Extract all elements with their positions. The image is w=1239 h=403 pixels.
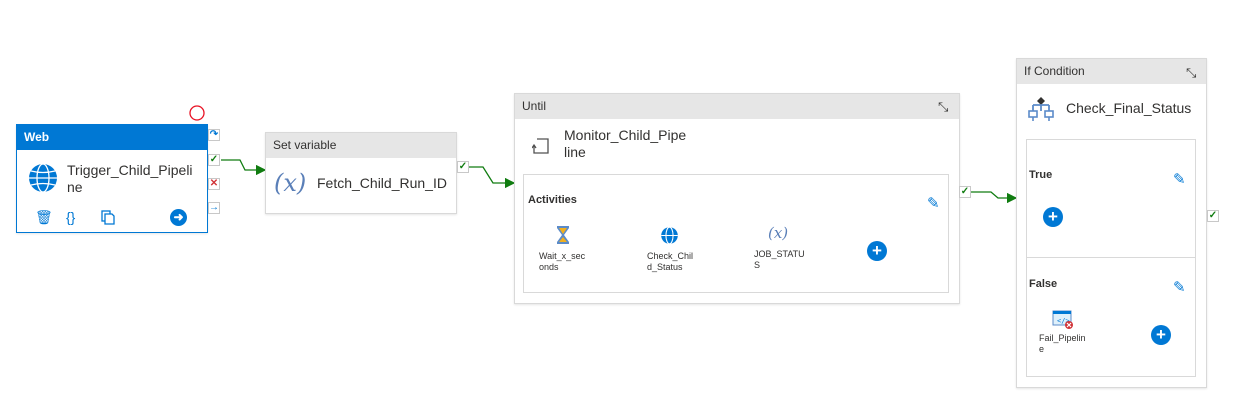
connector-until-to-if xyxy=(971,191,1018,204)
activity-type-label: Web xyxy=(24,130,50,144)
activity-name: Fetch_Child_Run_ID xyxy=(317,175,447,191)
until-loop-icon xyxy=(532,138,549,154)
success-port[interactable]: ✓ xyxy=(1207,210,1219,222)
collapse-icon[interactable]: ⤡ xyxy=(938,100,948,113)
connector-web-to-setvar xyxy=(221,159,267,176)
add-activity-button[interactable]: + xyxy=(1043,207,1063,227)
activities-label: Activities xyxy=(528,194,577,206)
activity-type-label: Set variable xyxy=(273,138,337,152)
skipped-port[interactable]: ↷ xyxy=(208,129,220,141)
collapse-icon[interactable]: ⤡ xyxy=(1186,66,1196,79)
check-activity-label: Check_Chil d_Status xyxy=(647,251,694,272)
hourglass-icon[interactable] xyxy=(555,225,571,245)
add-activity-button[interactable]: + xyxy=(867,241,887,261)
activity-type-label: Until xyxy=(522,99,547,113)
edit-icon[interactable]: ✎ xyxy=(1173,172,1186,187)
success-port[interactable]: ✓ xyxy=(959,186,971,198)
web-activity-card[interactable]: Web Trigger_Child_Pipeli ne 🗑 {} ➜ xyxy=(16,124,208,233)
if-condition-header: If Condition xyxy=(1017,59,1206,84)
success-port[interactable]: ✓ xyxy=(457,161,469,173)
if-condition-icon xyxy=(1028,97,1054,121)
variable-icon: (𝑥) xyxy=(274,169,307,197)
delete-icon[interactable]: 🗑 xyxy=(35,209,53,225)
activity-type-label: If Condition xyxy=(1024,64,1085,78)
copy-icon[interactable] xyxy=(101,210,115,225)
job-status-activity-label: JOB_STATU S xyxy=(754,249,805,270)
code-icon[interactable]: {} xyxy=(66,209,75,225)
error-indicator xyxy=(189,105,205,121)
activities-panel: Activities ✎ xyxy=(523,174,949,293)
set-variable-activity-card[interactable]: Set variable (𝑥) Fetch_Child_Run_ID xyxy=(265,132,457,214)
edit-icon[interactable]: ✎ xyxy=(927,196,940,211)
globe-icon xyxy=(29,163,57,193)
success-port[interactable]: ✓ xyxy=(208,154,220,166)
true-branch-label: True xyxy=(1029,169,1053,181)
arrow-right-icon[interactable]: ➜ xyxy=(170,209,187,226)
fail-pipeline-icon[interactable]: </> xyxy=(1052,310,1074,330)
add-activity-button[interactable]: + xyxy=(1151,325,1171,345)
set-variable-header: Set variable xyxy=(266,133,456,158)
connector-setvar-to-until xyxy=(469,166,516,189)
wait-activity-label: Wait_x_sec onds xyxy=(539,251,586,272)
until-header: Until xyxy=(515,94,959,119)
web-activity-header: Web xyxy=(17,125,207,150)
variable-icon[interactable]: (𝑥) xyxy=(768,224,788,242)
true-branch-panel: True ✎ + xyxy=(1026,139,1196,259)
activity-name: Trigger_Child_Pipeli ne xyxy=(67,162,193,195)
completion-port[interactable]: → xyxy=(208,202,220,214)
fail-activity-label: Fail_Pipelin e xyxy=(1039,333,1086,354)
false-branch-label: False xyxy=(1029,278,1058,290)
activity-name: Check_Final_Status xyxy=(1066,100,1192,116)
failure-port[interactable]: ✕ xyxy=(208,178,220,190)
edit-icon[interactable]: ✎ xyxy=(1173,280,1186,295)
globe-icon[interactable] xyxy=(660,226,679,245)
activity-name: Monitor_Child_Pipe line xyxy=(564,127,687,160)
